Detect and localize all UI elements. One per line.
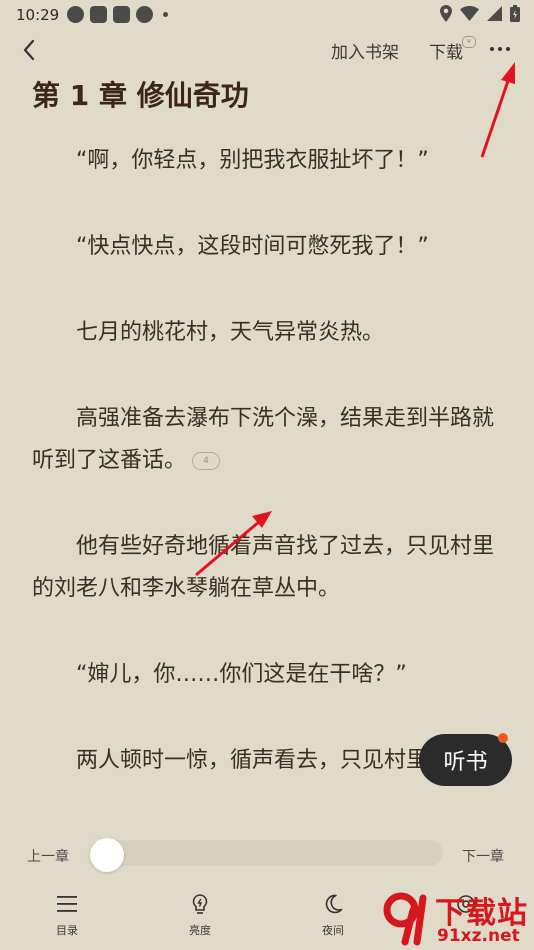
listen-book-button[interactable]: 听书: [419, 733, 512, 786]
download-button[interactable]: 下载: [429, 38, 463, 63]
reader-toolbar: 加入书架 下载 v: [0, 30, 534, 72]
chapter-progress: 上一章 下一章: [0, 834, 534, 874]
paragraph: “婶儿，你……你们这是在干啥？”: [76, 662, 407, 687]
chapter-content[interactable]: “啊，你轻点，别把我衣服扯坏了！” “快点快点，这段时间可憋死我了！” 七月的桃…: [32, 140, 506, 782]
listen-badge-dot: [498, 733, 508, 743]
app-notification-icon: [67, 6, 84, 23]
location-icon: [440, 5, 452, 22]
paragraph: “快点快点，这段时间可憋死我了！”: [76, 234, 429, 259]
site-watermark: 下载站 91xz.net: [371, 888, 534, 950]
app-notification-icon: [90, 6, 107, 23]
next-chapter-button[interactable]: 下一章: [462, 846, 504, 866]
back-icon[interactable]: [16, 36, 44, 64]
add-to-shelf-button[interactable]: 加入书架: [331, 38, 399, 63]
chapter-slider-thumb[interactable]: [90, 838, 124, 872]
chapter-slider-track[interactable]: [90, 840, 443, 866]
download-vip-badge: v: [462, 36, 476, 48]
more-notifications-icon: [163, 12, 168, 17]
nav-item-catalog[interactable]: 目录: [32, 892, 102, 938]
watermark-url: 91xz.net: [437, 926, 520, 946]
notification-icons: [67, 6, 168, 23]
paragraph-text: 高强准备去瀑布下洗个澡，结果走到半路就听到了这番话。: [32, 406, 495, 473]
battery-icon: [510, 5, 520, 22]
nav-item-brightness[interactable]: 亮度: [165, 892, 235, 938]
nav-label: 夜间: [322, 924, 344, 937]
list-icon: [57, 896, 77, 912]
nav-item-night[interactable]: 夜间: [298, 892, 368, 938]
status-time: 10:29: [16, 6, 60, 24]
chapter-title: 第 1 章 修仙奇功: [32, 79, 249, 112]
paragraph-comment-icon[interactable]: 4: [192, 452, 221, 470]
moon-icon: [325, 894, 343, 914]
paragraph: 高强准备去瀑布下洗个澡，结果走到半路就听到了这番话。 4: [32, 398, 506, 482]
listen-book-label: 听书: [443, 750, 488, 775]
wifi-icon: [460, 6, 479, 21]
nav-label: 亮度: [189, 924, 211, 937]
system-icons: [440, 5, 520, 22]
app-notification-icon: [113, 6, 130, 23]
paragraph: 他有些好奇地循着声音找了过去，只见村里的刘老八和李水琴躺在草丛中。: [32, 534, 495, 601]
prev-chapter-button[interactable]: 上一章: [27, 846, 69, 866]
nav-label: 目录: [56, 924, 78, 937]
comment-count: 4: [203, 456, 209, 466]
more-options-icon[interactable]: [487, 36, 513, 62]
paragraph: 七月的桃花村，天气异常炎热。: [76, 320, 385, 345]
bulb-icon: [192, 894, 208, 914]
paragraph: “啊，你轻点，别把我衣服扯坏了！”: [76, 148, 429, 173]
watermark-logo-icon: [383, 892, 427, 946]
status-bar: 10:29: [0, 0, 534, 30]
app-notification-icon: [136, 6, 153, 23]
signal-icon: [487, 6, 502, 21]
